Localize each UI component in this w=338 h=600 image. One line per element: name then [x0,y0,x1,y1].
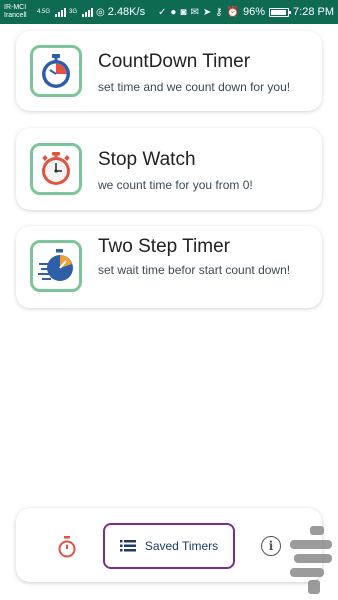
list-icon [119,540,136,552]
fast-timer-icon [30,240,82,292]
key-icon: ⚷ [215,6,223,18]
card-title: Two Step Timer [98,236,230,257]
signal-icon [55,7,67,17]
notification-icon: ✓ [157,6,167,18]
card-title: CountDown Timer [98,51,251,72]
countdown-timer-icon [30,45,82,97]
clock: 7:28 PM [293,6,334,18]
card-title: Stop Watch [98,149,196,170]
saved-timers-label: Saved Timers [144,539,219,553]
countdown-timer-card[interactable]: CountDown Timer set time and we count do… [16,31,322,111]
network-type: 4.5G [37,9,50,15]
network-speed: 2.48K/s [107,6,146,18]
instagram-icon: ◙ [180,6,187,18]
stopwatch-card[interactable]: Stop Watch we count time for you from 0! [16,128,322,210]
card-subtitle: we count time for you from 0! [98,178,253,192]
carrier-label: IR-MCI Irancell [4,4,34,20]
carrier-primary: IR-MCI [4,4,27,11]
network-type-secondary: 3G [69,9,78,15]
chat-icon: ● [170,6,177,18]
wifi-icon: ◎ [96,6,105,18]
info-icon: i [268,539,274,553]
battery-percent: 96% [243,6,266,18]
nav-timer-button[interactable] [56,536,78,558]
status-bar: IR-MCI Irancell 4.5G 3G ◎ 2.48K/s ✓ ● ◙ … [0,0,338,24]
info-button[interactable]: i [261,536,281,556]
card-subtitle: set wait time befor start count down! [98,263,291,277]
network-type-primary: 4.5G [37,9,51,15]
stopwatch-icon [30,143,82,195]
saved-timers-button[interactable]: Saved Timers [103,523,235,569]
bottom-navigation: Saved Timers i [16,508,322,582]
signal-icon-2 [82,7,94,17]
alarm-icon: ⏰ [226,6,239,18]
stopwatch-icon [58,536,76,558]
telegram-icon: ➤ [202,6,212,18]
card-subtitle: set time and we count down for you! [98,80,291,94]
battery-icon [269,7,292,17]
carrier-secondary: Irancell [4,12,27,19]
two-step-timer-card[interactable]: Two Step Timer set wait time befor start… [16,226,322,308]
store-logo-icon [290,526,332,594]
network-type-2: 3G [69,9,77,15]
mail-icon: ✉ [190,6,199,18]
